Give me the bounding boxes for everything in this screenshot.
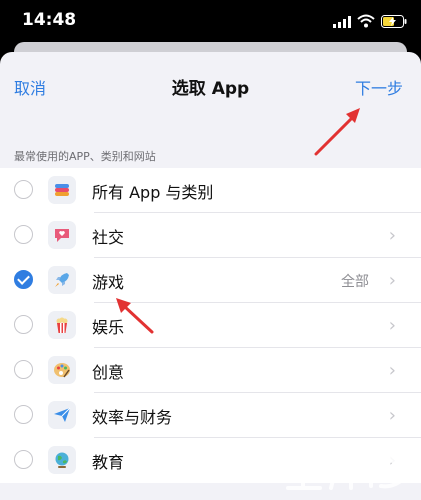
radio-button[interactable] [14, 225, 33, 244]
battery-charging-icon [381, 15, 407, 28]
radio-button[interactable] [14, 180, 33, 199]
radio-button[interactable] [14, 360, 33, 379]
status-bar: 14:48 [0, 0, 421, 42]
watermark-logo [284, 444, 406, 490]
list-item-all-apps[interactable]: 所有 App 与类别 [0, 168, 421, 213]
item-label: 娱乐 [92, 318, 125, 337]
status-time: 14:48 [22, 10, 77, 30]
app-picker-sheet: 取消 选取 App 下一步 最常使用的APP、类别和网站 所有 App 与类别 [0, 52, 421, 500]
item-label: 效率与财务 [92, 408, 173, 427]
globe-icon [48, 446, 76, 474]
navigation-bar: 取消 选取 App 下一步 [0, 52, 421, 116]
list-item-creativity[interactable]: 创意 › [0, 348, 421, 393]
chevron-right-icon: › [388, 225, 396, 246]
chat-bubble-icon [48, 221, 76, 249]
palette-icon [48, 356, 76, 384]
item-label: 游戏 [92, 273, 125, 292]
category-list: 所有 App 与类别 社交 › 游戏 全部 › 娱乐 › 创意 › 效率与财务 … [0, 168, 421, 483]
chevron-right-icon: › [388, 270, 396, 291]
list-item-social[interactable]: 社交 › [0, 213, 421, 258]
stack-icon [48, 176, 76, 204]
item-detail: 全部 [341, 274, 369, 290]
radio-button[interactable] [14, 315, 33, 334]
item-label: 教育 [92, 453, 125, 472]
item-label: 创意 [92, 363, 125, 382]
item-label: 社交 [92, 228, 125, 247]
item-label: 所有 App 与类别 [92, 183, 214, 202]
list-item-entertainment[interactable]: 娱乐 › [0, 303, 421, 348]
chevron-right-icon: › [388, 405, 396, 426]
next-button[interactable]: 下一步 [355, 75, 403, 99]
cellular-signal-icon [333, 16, 351, 28]
radio-button[interactable] [14, 405, 33, 424]
radio-button-checked[interactable] [14, 270, 33, 289]
section-header: 最常使用的APP、类别和网站 [14, 150, 156, 163]
chevron-right-icon: › [388, 360, 396, 381]
rocket-icon [48, 266, 76, 294]
paper-plane-icon [48, 401, 76, 429]
radio-button[interactable] [14, 450, 33, 469]
list-item-games[interactable]: 游戏 全部 › [0, 258, 421, 303]
chevron-right-icon: › [388, 315, 396, 336]
list-item-productivity-finance[interactable]: 效率与财务 › [0, 393, 421, 438]
wifi-icon [357, 14, 375, 28]
popcorn-icon [48, 311, 76, 339]
